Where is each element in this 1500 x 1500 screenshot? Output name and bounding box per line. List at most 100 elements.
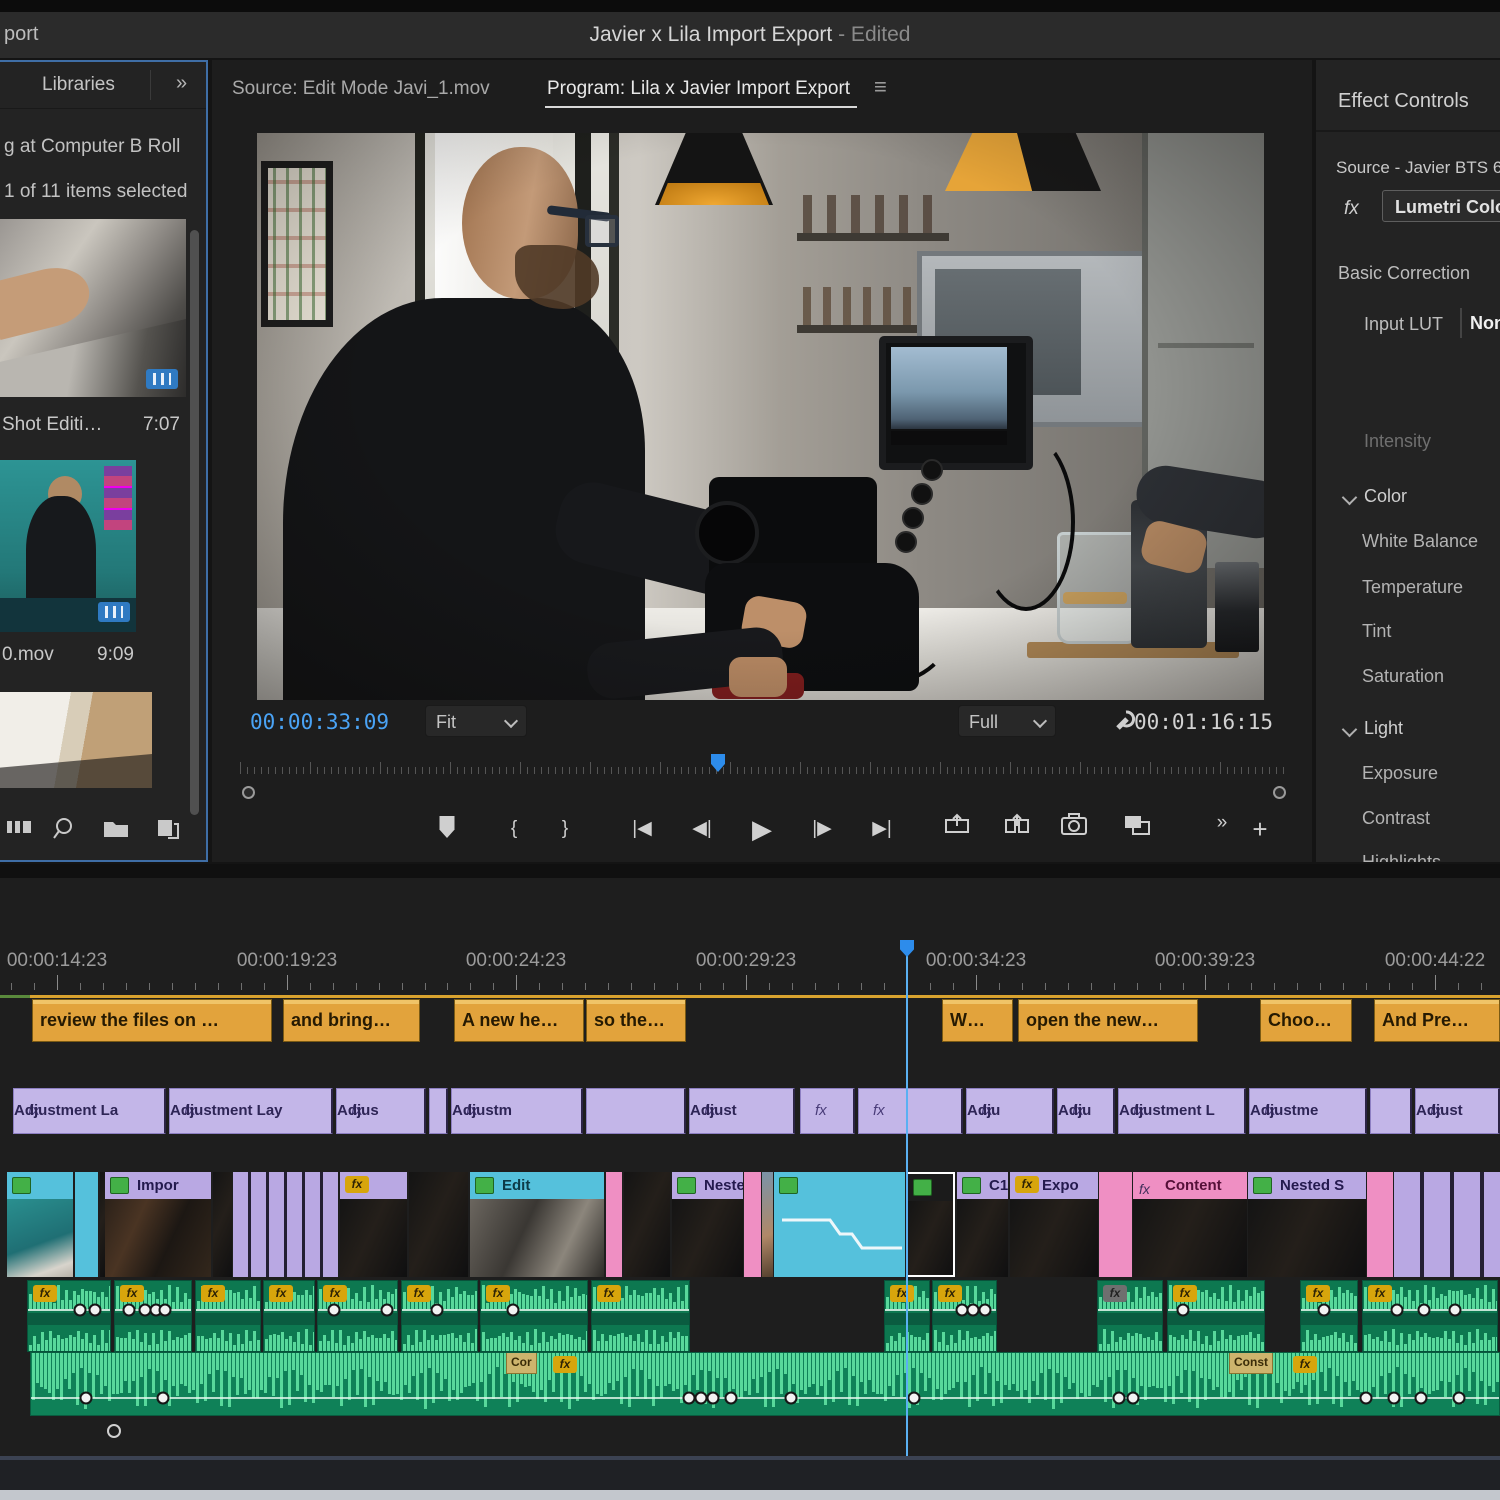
video-clip[interactable] bbox=[1394, 1172, 1500, 1277]
keyframe-dot[interactable] bbox=[1391, 1304, 1404, 1317]
audio-clip[interactable]: fx bbox=[932, 1280, 997, 1352]
keyframe-dot[interactable] bbox=[158, 1304, 171, 1317]
keyframe-dot[interactable] bbox=[707, 1392, 720, 1405]
keyframe-dot[interactable] bbox=[1453, 1392, 1466, 1405]
lift-button[interactable] bbox=[944, 812, 970, 848]
adjustment-layer-clip[interactable] bbox=[429, 1088, 448, 1134]
audio-clip[interactable]: fx bbox=[591, 1280, 690, 1352]
caption-clip[interactable]: review the files on … bbox=[32, 999, 272, 1042]
scrollbar-right-knob[interactable] bbox=[1273, 786, 1286, 799]
caption-clip[interactable]: And Pre… bbox=[1374, 999, 1500, 1042]
input-lut-dropdown[interactable]: Non bbox=[1460, 308, 1500, 338]
audio-clip[interactable]: fx bbox=[480, 1280, 588, 1352]
extract-button[interactable] bbox=[1004, 812, 1030, 848]
adjustment-layer-clip[interactable]: fx bbox=[858, 1088, 963, 1134]
mark-in-button[interactable]: { bbox=[511, 812, 517, 846]
audio-clip[interactable]: fx bbox=[1300, 1280, 1358, 1352]
keyframe-dot[interactable] bbox=[1360, 1392, 1373, 1405]
audio-clip[interactable]: fx bbox=[263, 1280, 315, 1352]
audio-clip[interactable]: fx bbox=[1097, 1280, 1163, 1352]
step-back-button[interactable]: ◀| bbox=[692, 812, 712, 846]
adjustment-layer-clip[interactable] bbox=[586, 1088, 686, 1134]
adjustment-layer-clip[interactable]: fxAdjustment L bbox=[1118, 1088, 1246, 1134]
caption-clip[interactable]: Choo… bbox=[1260, 999, 1352, 1042]
video-clip[interactable] bbox=[213, 1172, 232, 1277]
playhead-line[interactable] bbox=[906, 948, 908, 1456]
chevron-down-icon[interactable] bbox=[1342, 722, 1358, 738]
add-marker-button[interactable] bbox=[440, 816, 455, 838]
adjustment-layer-clip[interactable]: fxAdjus bbox=[336, 1088, 426, 1134]
step-forward-button[interactable]: |▶ bbox=[812, 812, 832, 846]
playback-resolution-dropdown[interactable]: Full bbox=[958, 705, 1056, 737]
library-scrollbar[interactable] bbox=[190, 230, 199, 815]
param-temperature[interactable]: Temperature bbox=[1362, 577, 1463, 598]
video-clip[interactable] bbox=[1099, 1172, 1132, 1277]
adjustment-layer-clip[interactable]: fxAdju bbox=[966, 1088, 1054, 1134]
button-editor-overflow[interactable]: » bbox=[1217, 806, 1228, 840]
gain-line[interactable] bbox=[592, 1309, 689, 1311]
video-clip[interactable] bbox=[1367, 1172, 1393, 1277]
adjustment-layer-clip[interactable]: fxAdjustme bbox=[1249, 1088, 1367, 1134]
video-clip[interactable] bbox=[762, 1172, 773, 1277]
video-clip[interactable]: Nested S bbox=[1248, 1172, 1366, 1277]
audio-clip-music[interactable]: CorConstfxfx bbox=[30, 1352, 1500, 1416]
adjustment-layer-clip[interactable]: fxAdjustm bbox=[451, 1088, 583, 1134]
library-clip-thumbnail[interactable] bbox=[0, 460, 136, 632]
keyframe-dot[interactable] bbox=[1127, 1392, 1140, 1405]
lumetri-color-effect-button[interactable]: Lumetri Colo bbox=[1382, 190, 1500, 222]
adjustment-layer-clip[interactable]: fxAdjust bbox=[1415, 1088, 1500, 1134]
param-exposure[interactable]: Exposure bbox=[1362, 763, 1438, 784]
gain-line[interactable] bbox=[196, 1309, 260, 1311]
chevron-down-icon[interactable] bbox=[1342, 490, 1358, 506]
keyframe-dot[interactable] bbox=[328, 1304, 341, 1317]
monitor-zoom-scrollbar[interactable] bbox=[242, 786, 1286, 800]
library-clip-thumbnail[interactable] bbox=[0, 219, 186, 397]
caption-clip[interactable]: A new he… bbox=[454, 999, 584, 1042]
adjustment-layer-clip[interactable]: fx bbox=[800, 1088, 855, 1134]
caption-clip[interactable]: W… bbox=[942, 999, 1013, 1042]
audio-clip[interactable]: fx bbox=[317, 1280, 398, 1352]
video-clip[interactable] bbox=[624, 1172, 670, 1277]
panel-menu-icon[interactable]: ≡ bbox=[874, 74, 887, 100]
caption-clip[interactable]: open the new… bbox=[1018, 999, 1198, 1042]
param-tint[interactable]: Tint bbox=[1362, 621, 1391, 642]
audio-transition-label[interactable]: Const bbox=[1229, 1352, 1273, 1374]
adjustment-layer-clip[interactable]: fxAdjust bbox=[689, 1088, 795, 1134]
video-clip[interactable]: C13 bbox=[957, 1172, 1008, 1277]
go-to-out-button[interactable]: ▶| bbox=[872, 812, 892, 846]
audio-clip[interactable]: fx bbox=[195, 1280, 261, 1352]
adjustment-layer-clip[interactable]: fxAdju bbox=[1057, 1088, 1115, 1134]
video-clip[interactable] bbox=[744, 1172, 761, 1277]
export-frame-camera-icon[interactable] bbox=[1060, 812, 1088, 848]
video-clip[interactable]: Impor bbox=[105, 1172, 211, 1277]
keyframe-ring[interactable] bbox=[107, 1424, 121, 1438]
gain-line[interactable] bbox=[31, 1397, 1499, 1399]
keyframe-dot[interactable] bbox=[1176, 1304, 1189, 1317]
keyframe-dot[interactable] bbox=[1449, 1304, 1462, 1317]
caption-clip[interactable]: and bring… bbox=[283, 999, 420, 1042]
param-saturation[interactable]: Saturation bbox=[1362, 666, 1444, 687]
video-clip[interactable]: Nested S bbox=[672, 1172, 743, 1277]
keyframe-dot[interactable] bbox=[1318, 1304, 1331, 1317]
audio-clip[interactable]: fx bbox=[27, 1280, 111, 1352]
audio-clip[interactable]: fx bbox=[1167, 1280, 1265, 1352]
param-highlights[interactable]: Highlights bbox=[1362, 852, 1441, 862]
library-clip-thumbnail[interactable] bbox=[0, 692, 152, 788]
video-clip[interactable]: fxContent bbox=[1133, 1172, 1247, 1277]
icon-view-icon[interactable] bbox=[6, 816, 36, 842]
section-basic-correction[interactable]: Basic Correction bbox=[1338, 263, 1500, 284]
current-timecode[interactable]: 00:00:33:09 bbox=[250, 710, 389, 734]
scrollbar-left-knob[interactable] bbox=[242, 786, 255, 799]
comparison-view-icon[interactable] bbox=[1123, 812, 1151, 848]
gain-line[interactable] bbox=[264, 1309, 314, 1311]
param-white-balance[interactable]: White Balance bbox=[1362, 531, 1478, 552]
keyframe-dot[interactable] bbox=[430, 1304, 443, 1317]
monitor-scrub-bar[interactable] bbox=[240, 754, 1288, 776]
video-clip[interactable] bbox=[774, 1172, 905, 1277]
keyframe-dot[interactable] bbox=[89, 1304, 102, 1317]
video-clip[interactable] bbox=[906, 1172, 955, 1277]
tab-libraries[interactable]: Libraries bbox=[42, 74, 115, 96]
zoom-level-dropdown[interactable]: Fit bbox=[425, 705, 527, 737]
adjustment-layer-clip[interactable]: fxAdjustment Lay bbox=[169, 1088, 333, 1134]
panel-overflow-icon[interactable]: » bbox=[176, 72, 187, 95]
